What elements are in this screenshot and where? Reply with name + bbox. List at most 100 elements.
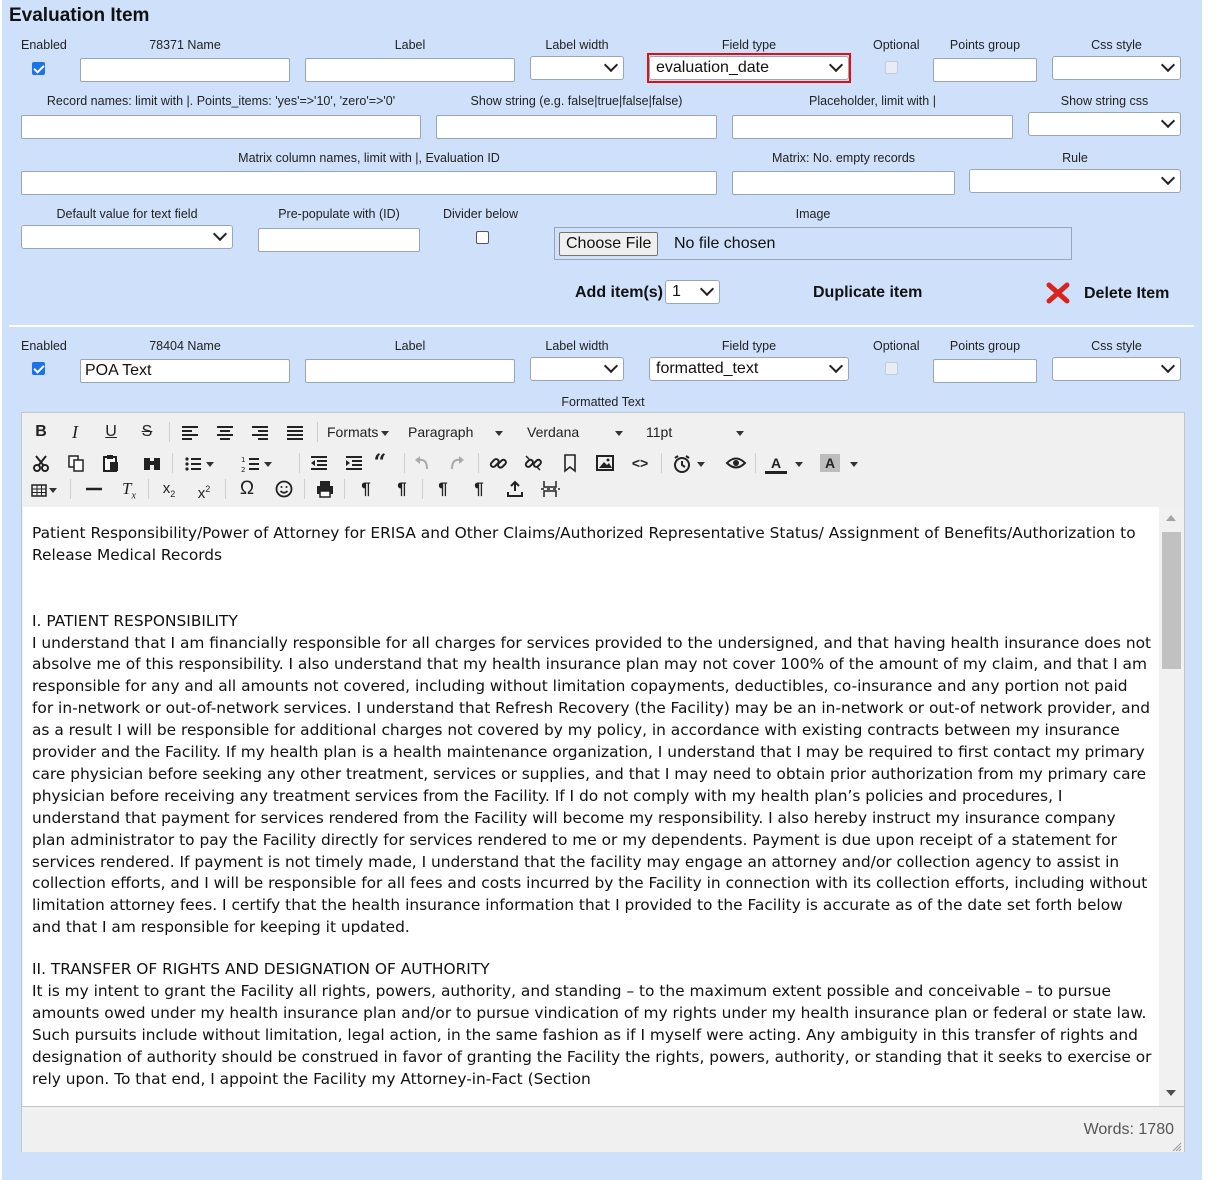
toolbar-separator: [344, 479, 345, 499]
align-right-icon[interactable]: [249, 421, 271, 443]
undo-icon[interactable]: [411, 452, 433, 474]
image-icon[interactable]: [594, 452, 616, 474]
matrix-columns-input[interactable]: [21, 171, 717, 195]
duplicate-item-button[interactable]: Duplicate item: [813, 284, 922, 302]
enabled-label-2: Enabled: [21, 339, 67, 353]
enabled-checkbox-2[interactable]: [32, 362, 45, 375]
label-width-select-2[interactable]: [530, 357, 624, 381]
text-color-icon[interactable]: A: [765, 452, 809, 474]
rule-select[interactable]: [969, 169, 1181, 193]
label-width-select[interactable]: [530, 56, 624, 80]
editor-toolbar: B I U S Formats Paragraph Verdana 11pt 1…: [22, 413, 1184, 507]
scrollbar-thumb[interactable]: [1162, 532, 1181, 669]
italic-icon[interactable]: I: [64, 421, 86, 443]
clear-formatting-icon[interactable]: Tx: [118, 478, 140, 501]
subscript-icon[interactable]: x2: [158, 478, 180, 500]
page-break-icon[interactable]: [539, 478, 561, 500]
chevron-down-icon: [615, 430, 624, 436]
preview-eye-icon[interactable]: [725, 452, 747, 474]
record-names-input[interactable]: [21, 115, 421, 139]
bookmark-icon[interactable]: [559, 452, 581, 474]
matrix-empty-input[interactable]: [732, 171, 955, 195]
label-input-2[interactable]: [305, 359, 515, 383]
cut-icon[interactable]: [30, 452, 52, 474]
field-type-select-2[interactable]: formatted_text: [649, 357, 849, 381]
align-left-icon[interactable]: [179, 421, 201, 443]
points-group-input[interactable]: [933, 58, 1037, 82]
resize-handle-icon[interactable]: [1172, 1140, 1182, 1152]
numbered-list-icon[interactable]: 12: [240, 452, 276, 474]
font-size-dropdown[interactable]: 11pt: [646, 421, 746, 443]
label-input[interactable]: [305, 58, 515, 82]
divider-below-checkbox[interactable]: [476, 231, 489, 244]
bold-icon[interactable]: B: [30, 421, 52, 443]
link-icon[interactable]: [487, 452, 509, 474]
align-justify-icon[interactable]: [284, 421, 306, 443]
bullet-list-icon[interactable]: [182, 452, 218, 474]
insert-datetime-icon[interactable]: [671, 452, 711, 474]
blockquote-icon[interactable]: “: [369, 452, 391, 474]
delete-x-icon[interactable]: [1046, 282, 1070, 304]
svg-text:2: 2: [241, 466, 245, 474]
chevron-down-icon: [1160, 113, 1176, 129]
background-color-icon[interactable]: A: [820, 452, 864, 474]
item-divider: [9, 325, 1194, 327]
svg-text:1: 1: [241, 456, 245, 464]
chevron-down-icon: [1160, 170, 1176, 186]
align-center-icon[interactable]: [214, 421, 236, 443]
name-input[interactable]: [80, 58, 290, 82]
placeholder-input[interactable]: [732, 115, 1013, 139]
formats-dropdown[interactable]: Formats: [327, 421, 393, 443]
find-replace-icon[interactable]: [141, 452, 163, 474]
css-style-select-2[interactable]: [1052, 357, 1181, 381]
emoticon-icon[interactable]: [273, 478, 295, 500]
upload-icon[interactable]: [504, 478, 526, 500]
outdent-icon[interactable]: [308, 452, 330, 474]
redo-icon[interactable]: [446, 452, 468, 474]
copy-icon[interactable]: [65, 452, 87, 474]
css-style-select[interactable]: [1052, 56, 1181, 80]
superscript-icon[interactable]: x2: [193, 478, 215, 502]
rtl-direction-icon[interactable]: ¶: [391, 478, 413, 500]
add-items-select[interactable]: 1: [665, 280, 720, 304]
field-type-label-2: Field type: [721, 339, 777, 353]
special-character-icon[interactable]: Ω: [236, 478, 258, 500]
indent-icon[interactable]: [343, 452, 365, 474]
paste-icon[interactable]: [100, 452, 122, 474]
css-style-label-2: Css style: [1091, 339, 1142, 353]
rich-text-editor: B I U S Formats Paragraph Verdana 11pt 1…: [21, 412, 1185, 1152]
delete-item-button[interactable]: Delete Item: [1084, 285, 1169, 303]
optional-checkbox-2[interactable]: [885, 362, 898, 375]
scroll-down-icon[interactable]: [1166, 1090, 1176, 1096]
optional-checkbox[interactable]: [885, 61, 898, 74]
unlink-icon[interactable]: [522, 452, 544, 474]
scroll-up-icon[interactable]: [1166, 515, 1176, 521]
code-icon[interactable]: <>: [629, 452, 651, 474]
ltr-direction-icon[interactable]: ¶: [355, 478, 377, 500]
show-string-input[interactable]: [436, 115, 717, 139]
default-value-select[interactable]: [21, 225, 233, 249]
editor-scrollbar[interactable]: [1159, 507, 1184, 1106]
optional-label-2: Optional: [873, 339, 920, 353]
matrix-empty-label: Matrix: No. empty records: [771, 151, 916, 165]
enabled-checkbox[interactable]: [32, 62, 45, 75]
toolbar-separator: [304, 479, 305, 499]
print-icon[interactable]: [314, 478, 336, 500]
chevron-down-icon: [697, 461, 705, 467]
points-group-input-2[interactable]: [933, 359, 1037, 383]
horizontal-rule-icon[interactable]: [83, 478, 105, 500]
paragraph-dropdown[interactable]: Paragraph: [408, 421, 508, 443]
strikethrough-icon[interactable]: S: [136, 421, 158, 443]
paragraph-label: Paragraph: [408, 424, 474, 440]
table-icon[interactable]: [30, 478, 64, 500]
name-input-2[interactable]: POA Text: [80, 359, 290, 383]
font-family-dropdown[interactable]: Verdana: [527, 421, 627, 443]
underline-icon[interactable]: U: [100, 421, 122, 443]
editor-content[interactable]: Patient Responsibility/Power of Attorney…: [23, 507, 1159, 1106]
image-label: Image: [795, 207, 831, 221]
choose-file-button[interactable]: Choose File: [559, 232, 659, 256]
prepopulate-input[interactable]: [258, 228, 420, 252]
show-blocks-icon[interactable]: ¶: [468, 478, 490, 500]
show-string-css-select[interactable]: [1028, 112, 1181, 136]
visual-chars-icon[interactable]: ¶: [432, 478, 454, 500]
